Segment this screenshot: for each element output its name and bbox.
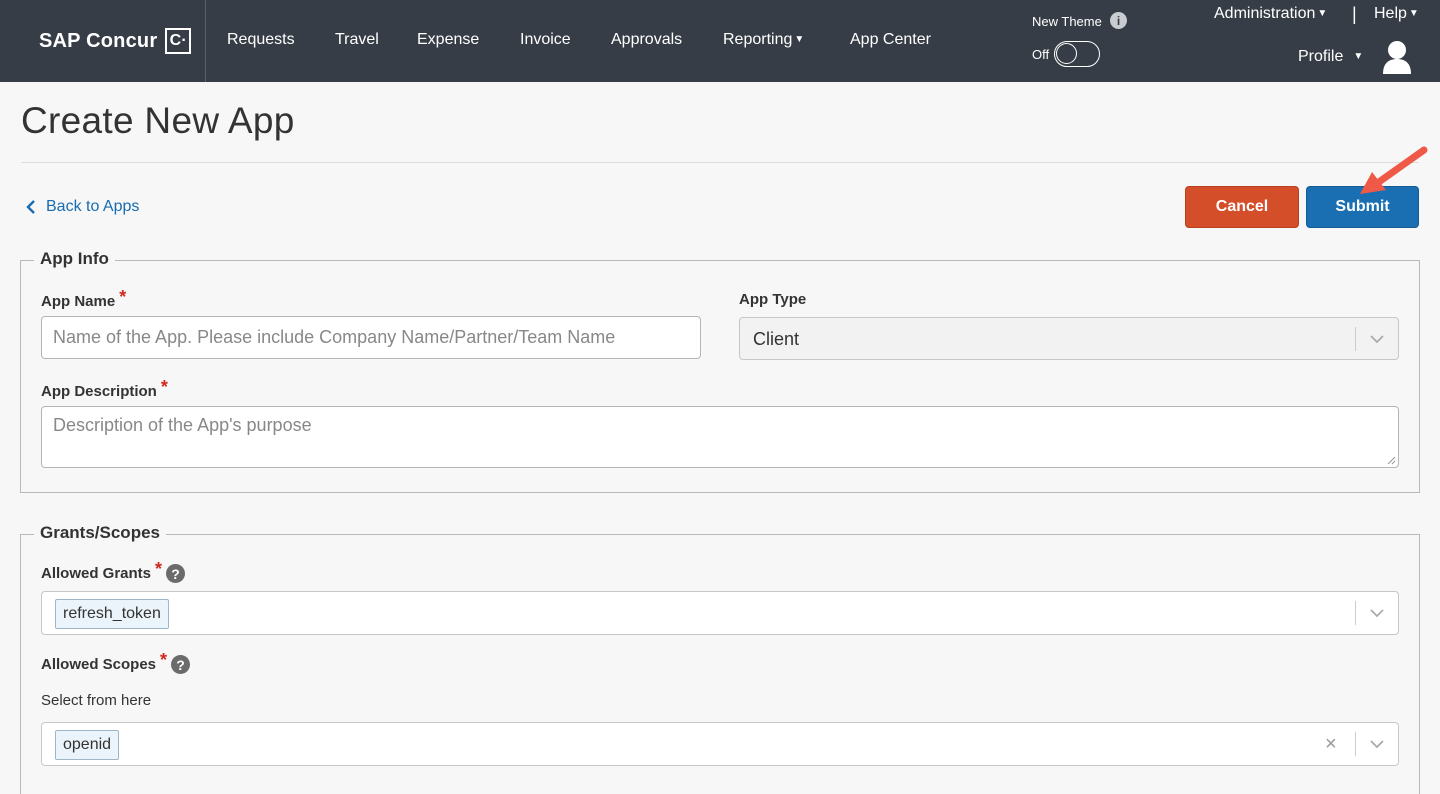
scopes-hint: Select from here (41, 692, 152, 709)
required-marker: * (119, 287, 127, 307)
allowed-scopes-label: Allowed Scopes * ? (41, 650, 191, 675)
brand-name: SAP Concur (39, 29, 158, 52)
resize-handle-icon[interactable] (1386, 455, 1396, 465)
required-marker: * (160, 650, 168, 670)
chevron-left-icon (26, 200, 35, 214)
app-description-label: App Description * (41, 377, 168, 402)
nav-divider (205, 0, 206, 82)
avatar-icon[interactable] (1382, 40, 1412, 74)
required-marker: * (155, 559, 163, 579)
app-name-input[interactable]: Name of the App. Please include Company … (41, 316, 701, 359)
scope-tag[interactable]: openid (55, 730, 120, 760)
nav-expense[interactable]: Expense (417, 31, 479, 49)
app-name-label: App Name * (41, 287, 126, 312)
nav-reporting-label: Reporting (723, 31, 793, 48)
nav-requests[interactable]: Requests (227, 31, 295, 49)
theme-state-label: Off (1032, 47, 1050, 62)
clear-icon[interactable]: × (1325, 733, 1337, 756)
top-nav: SAP Concur C· Requests Travel Expense In… (0, 0, 1440, 82)
app-type-label-text: App Type (739, 291, 807, 308)
nav-travel[interactable]: Travel (335, 31, 379, 49)
caret-down-icon: ▼ (1317, 8, 1328, 19)
allowed-grants-select[interactable]: refresh_token (41, 591, 1399, 635)
annotation-arrow-icon (1360, 146, 1428, 194)
grants-scopes-legend: Grants/Scopes (34, 523, 166, 543)
app-description-label-text: App Description (41, 383, 157, 400)
app-description-placeholder: Description of the App's purpose (53, 415, 312, 435)
allowed-scopes-label-text: Allowed Scopes (41, 656, 157, 673)
help-icon[interactable]: ? (166, 564, 186, 583)
help-label: Help (1374, 5, 1407, 22)
nav-administration[interactable]: Administration ▼ (1214, 5, 1327, 23)
brand-logo[interactable]: SAP Concur C· (39, 28, 192, 54)
app-type-select[interactable]: Client (739, 317, 1399, 360)
toggle-knob (1056, 43, 1077, 64)
required-marker: * (160, 377, 168, 397)
chevron-down-icon[interactable] (1368, 604, 1386, 622)
select-divider (1355, 601, 1356, 625)
chevron-down-icon[interactable] (1368, 735, 1386, 753)
chevron-down-icon[interactable] (1368, 330, 1386, 348)
nav-app-center[interactable]: App Center (850, 31, 931, 49)
app-name-label-text: App Name (41, 293, 116, 310)
nav-reporting[interactable]: Reporting ▼ (723, 31, 804, 49)
caret-down-icon: ▼ (1353, 51, 1364, 62)
app-type-label: App Type (739, 291, 806, 308)
allowed-scopes-select[interactable]: openid × (41, 722, 1399, 766)
administration-label: Administration (1214, 5, 1316, 22)
back-to-apps-label: Back to Apps (46, 198, 140, 215)
allowed-grants-label-text: Allowed Grants (41, 565, 152, 582)
nav-approvals[interactable]: Approvals (611, 31, 682, 49)
app-info-legend: App Info (34, 249, 115, 269)
brand-mark-icon: C· (165, 28, 192, 54)
allowed-grants-label: Allowed Grants * ? (41, 559, 186, 584)
nav-profile[interactable]: Profile ▼ (1298, 48, 1363, 66)
new-theme-toggle[interactable] (1054, 41, 1100, 67)
title-divider (21, 162, 1419, 163)
caret-down-icon: ▼ (794, 34, 805, 45)
help-icon[interactable]: ? (171, 655, 191, 674)
back-to-apps-link[interactable]: Back to Apps (26, 198, 139, 216)
caret-down-icon: ▼ (1408, 8, 1419, 19)
select-divider (1355, 732, 1356, 756)
nav-separator: | (1352, 4, 1357, 24)
nav-help[interactable]: Help ▼ (1374, 5, 1419, 23)
info-icon[interactable]: i (1110, 12, 1127, 29)
select-divider (1355, 327, 1356, 351)
app-description-textarea[interactable]: Description of the App's purpose (41, 406, 1399, 468)
nav-invoice[interactable]: Invoice (520, 31, 571, 49)
new-theme-label: New Theme (1032, 14, 1102, 29)
grant-tag[interactable]: refresh_token (55, 599, 169, 629)
cancel-button[interactable]: Cancel (1185, 186, 1299, 228)
profile-label: Profile (1298, 48, 1344, 65)
app-type-value: Client (753, 329, 800, 349)
page-title: Create New App (21, 100, 295, 141)
